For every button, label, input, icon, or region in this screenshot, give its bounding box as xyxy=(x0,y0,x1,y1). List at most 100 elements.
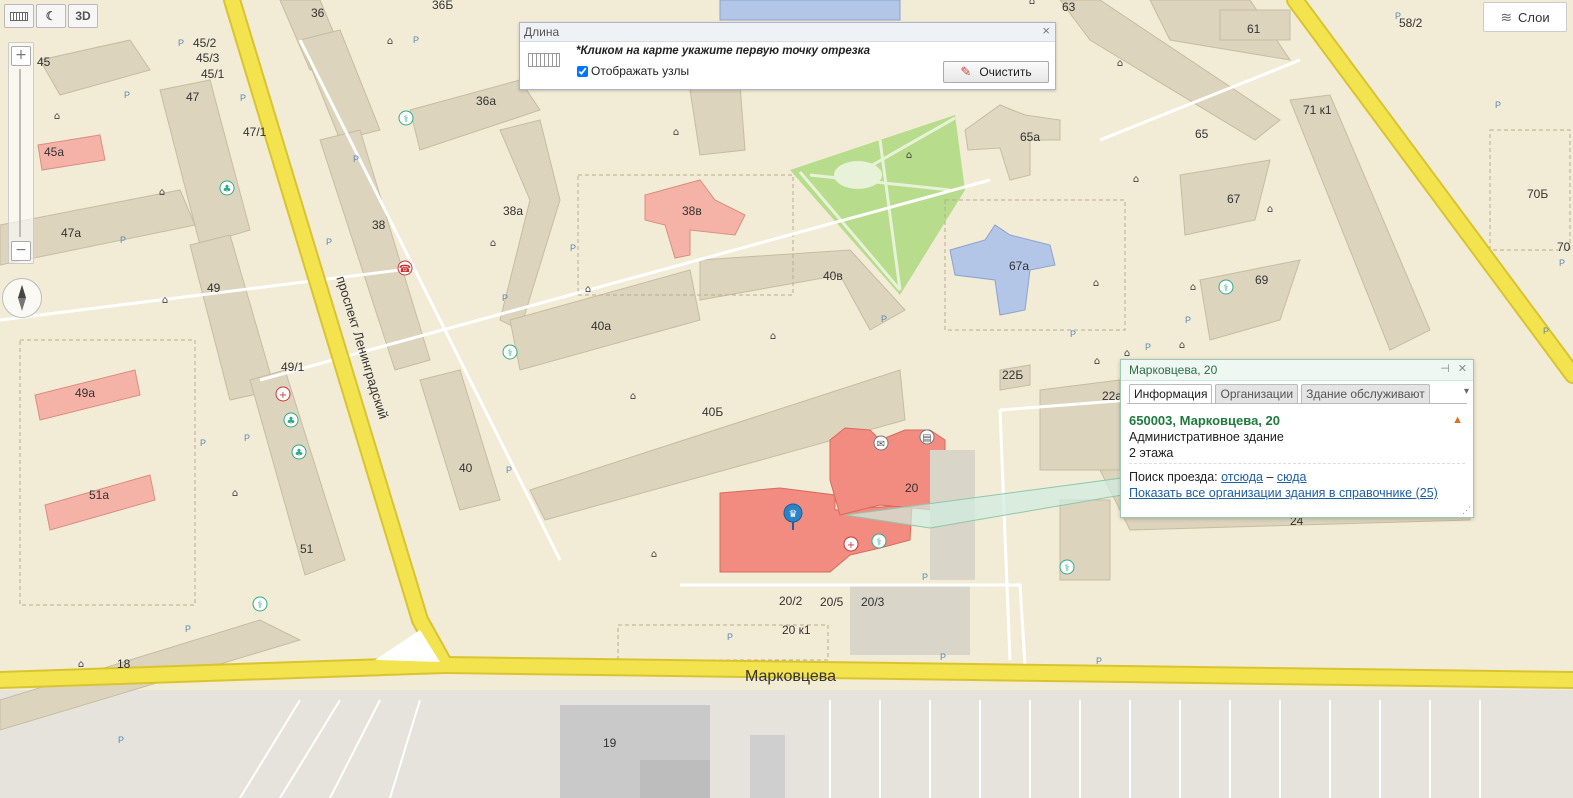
svg-text:P: P xyxy=(940,652,946,662)
svg-text:♣: ♣ xyxy=(287,416,296,427)
show-all-organizations-link[interactable]: Показать все организации здания в справо… xyxy=(1129,486,1438,500)
svg-text:P: P xyxy=(353,154,359,164)
clear-button[interactable]: ✎ Очистить xyxy=(943,61,1049,83)
ruler-icon xyxy=(10,11,28,21)
resize-handle-icon[interactable]: ⋰ xyxy=(1462,505,1471,516)
svg-text:⌂: ⌂ xyxy=(387,36,393,47)
svg-text:P: P xyxy=(922,572,928,582)
building-label-47: 47 xyxy=(186,90,200,104)
building-label-36a: 36а xyxy=(476,94,497,108)
svg-text:⌂: ⌂ xyxy=(232,488,238,499)
chevron-down-icon[interactable]: ▾ xyxy=(1464,386,1469,397)
building-label-20-2: 20/2 xyxy=(779,594,803,608)
ruler-icon xyxy=(528,53,560,67)
svg-text:⌂: ⌂ xyxy=(159,187,165,198)
svg-text:⚕: ⚕ xyxy=(403,114,408,125)
show-nodes-checkbox[interactable]: Отображать узлы xyxy=(577,64,689,78)
svg-text:♛: ♛ xyxy=(789,509,798,520)
svg-text:+: + xyxy=(847,540,855,551)
building-label-45-3: 45/3 xyxy=(196,51,220,65)
compass-control[interactable] xyxy=(2,278,42,318)
svg-text:⌂: ⌂ xyxy=(770,331,776,342)
street-label-markovtseva: Марковцева xyxy=(745,668,836,685)
zoom-in-button[interactable]: + xyxy=(11,46,31,66)
svg-text:⌂: ⌂ xyxy=(1094,356,1100,367)
clear-button-label: Очистить xyxy=(979,65,1032,79)
building-label-38: 38 xyxy=(372,218,386,232)
svg-text:P: P xyxy=(118,735,124,745)
svg-text:P: P xyxy=(1543,326,1549,336)
svg-text:✉: ✉ xyxy=(877,439,885,450)
svg-text:P: P xyxy=(1559,258,1565,268)
svg-text:P: P xyxy=(178,38,184,48)
svg-text:P: P xyxy=(1070,329,1076,339)
svg-text:P: P xyxy=(1145,342,1151,352)
route-from-link[interactable]: отсюда xyxy=(1221,470,1263,484)
3d-button[interactable]: 3D xyxy=(68,4,98,28)
svg-text:P: P xyxy=(326,237,332,247)
building-label-67a: 67а xyxy=(1009,259,1030,273)
svg-text:⌂: ⌂ xyxy=(1190,282,1196,293)
popup-floors: 2 этажа xyxy=(1129,446,1174,460)
layers-button[interactable]: ≋ Слои xyxy=(1483,2,1567,32)
tab-building-served-by[interactable]: Здание обслуживают xyxy=(1301,384,1430,403)
tab-information[interactable]: Информация xyxy=(1129,384,1213,403)
warning-icon[interactable]: ▲ xyxy=(1452,414,1463,426)
svg-text:♣: ♣ xyxy=(223,184,232,195)
eraser-icon: ✎ xyxy=(960,64,972,79)
building-label-45-2: 45/2 xyxy=(193,36,217,50)
popup-building-type: Административное здание xyxy=(1129,430,1284,444)
zoom-control: + − xyxy=(8,42,34,264)
svg-text:⚕: ⚕ xyxy=(507,348,512,359)
svg-text:P: P xyxy=(1495,100,1501,110)
building-label-40b: 40Б xyxy=(702,405,724,419)
tab-organizations[interactable]: Организации xyxy=(1215,384,1299,403)
zoom-out-button[interactable]: − xyxy=(11,241,31,261)
organizations-count[interactable]: (25) xyxy=(1416,486,1438,500)
svg-text:P: P xyxy=(502,293,508,303)
building-label-51: 51 xyxy=(300,542,314,556)
popup-controls: ⊣ ✕ xyxy=(1440,362,1467,375)
close-icon[interactable]: × xyxy=(1042,23,1050,38)
building-label-47a: 47а xyxy=(61,226,82,240)
svg-text:P: P xyxy=(1096,656,1102,666)
moon-icon: ☾ xyxy=(45,9,57,23)
building-label-40v: 40в xyxy=(823,269,843,283)
popup-title: Марковцева, 20 xyxy=(1121,360,1473,381)
building-label-19: 19 xyxy=(603,736,617,750)
building-label-49: 49 xyxy=(207,281,221,295)
show-nodes-label: Отображать узлы xyxy=(591,64,690,78)
svg-text:⌂: ⌂ xyxy=(673,127,679,138)
zoom-slider-track[interactable] xyxy=(19,69,21,237)
route-to-link[interactable]: сюда xyxy=(1277,470,1307,484)
svg-text:⌂: ⌂ xyxy=(651,549,657,560)
svg-text:⚕: ⚕ xyxy=(876,537,881,548)
show-nodes-checkbox-input[interactable] xyxy=(577,65,588,77)
route-dash: – xyxy=(1266,470,1274,484)
route-label: Поиск проезда: xyxy=(1129,470,1218,484)
svg-text:▤: ▤ xyxy=(922,433,931,444)
night-mode-button[interactable]: ☾ xyxy=(36,4,66,28)
pin-icon[interactable]: ⊣ xyxy=(1440,362,1450,375)
length-dialog-title: Длина xyxy=(520,23,1055,42)
compass-icon xyxy=(18,285,26,311)
building-label-40a: 40а xyxy=(591,319,612,333)
svg-text:P: P xyxy=(413,35,419,45)
close-icon[interactable]: ✕ xyxy=(1458,362,1467,375)
length-dialog: Длина × *Кликом на карте укажите первую … xyxy=(519,22,1056,90)
building-label-22b: 22Б xyxy=(1002,368,1024,382)
svg-text:P: P xyxy=(124,90,130,100)
svg-text:⌂: ⌂ xyxy=(630,391,636,402)
layers-icon: ≋ xyxy=(1500,8,1513,25)
svg-text:⌂: ⌂ xyxy=(906,150,912,161)
svg-text:⌂: ⌂ xyxy=(1179,340,1185,351)
building-label-71k1: 71 к1 xyxy=(1303,103,1332,117)
ruler-tool-button[interactable] xyxy=(4,4,34,28)
building-label-51a: 51а xyxy=(89,488,110,502)
show-all-label[interactable]: Показать все организации здания в справо… xyxy=(1129,486,1412,500)
svg-text:P: P xyxy=(1185,315,1191,325)
svg-text:P: P xyxy=(881,314,887,324)
building-label-18: 18 xyxy=(117,657,131,671)
svg-text:⌂: ⌂ xyxy=(490,238,496,249)
building-label-67: 67 xyxy=(1227,192,1241,206)
